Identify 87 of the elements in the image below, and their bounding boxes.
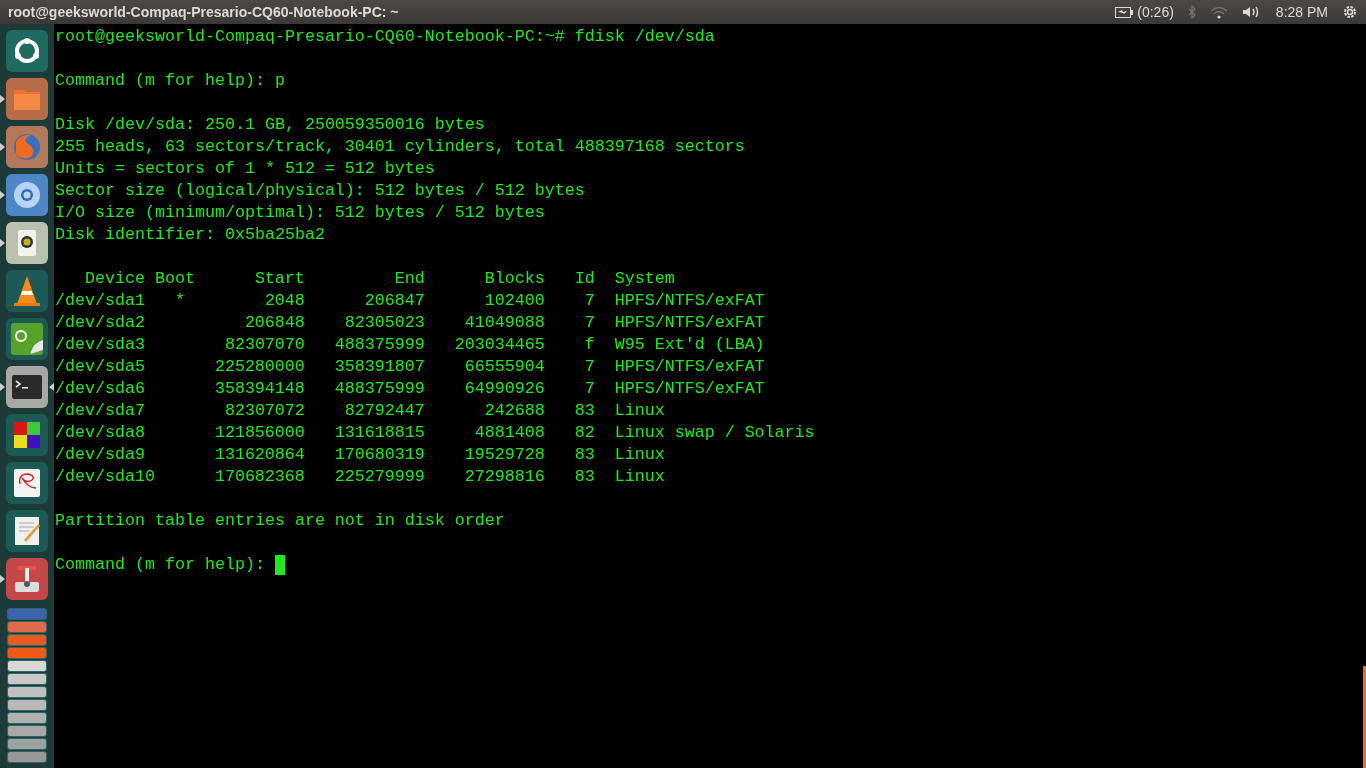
- table-cell-text: 27298816: [463, 466, 545, 488]
- table-cell-text: 225279999: [333, 466, 425, 488]
- terminal-line: Sector size (logical/physical): 512 bytes / 512 bytes: [55, 180, 586, 202]
- table-cell-text: 7: [583, 290, 595, 312]
- table-cell-text: HPFS/NTFS/exFAT: [613, 312, 766, 334]
- launcher-item[interactable]: [6, 414, 48, 456]
- table-cell-text: 7: [583, 378, 595, 400]
- launcher-item[interactable]: [6, 318, 48, 360]
- table-cell-text: 203034465: [453, 334, 545, 356]
- table-cell-text: 66555904: [463, 356, 545, 378]
- table-cell-text: 102400: [483, 290, 545, 312]
- battery-indicator[interactable]: (0:26): [1115, 1, 1174, 23]
- column-header: Boot: [154, 268, 195, 290]
- terminal-line: 255 heads, 63 sectors/track, 30401 cylinders, total 488397168 sectors: [55, 136, 746, 158]
- table-cell-text: 82307070: [223, 334, 305, 356]
- terminal-line: Command (m for help): p: [55, 70, 286, 92]
- launcher-item[interactable]: [6, 366, 48, 408]
- table-cell-text: 488375999: [333, 378, 425, 400]
- table-cell-text: 206848: [243, 312, 305, 334]
- column-header: System: [613, 268, 676, 290]
- wifi-icon[interactable]: [1209, 5, 1228, 19]
- table-cell-text: Linux swap / Solaris: [613, 422, 815, 444]
- column-header: Start: [253, 268, 305, 290]
- terminal-line: Partition table entries are not in disk order: [55, 510, 506, 532]
- table-cell-text: /dev/sda1: [55, 290, 146, 312]
- column-header: Id: [573, 268, 595, 290]
- table-cell-text: 19529728: [463, 444, 545, 466]
- table-cell-text: *: [173, 290, 186, 312]
- launcher-item[interactable]: [6, 558, 48, 600]
- table-cell-text: 64990926: [463, 378, 545, 400]
- table-cell-text: /dev/sda7: [55, 400, 146, 422]
- table-cell-text: 2048: [263, 290, 305, 312]
- launcher-item[interactable]: [6, 510, 48, 552]
- terminal-prompt: Command (m for help):: [55, 554, 265, 576]
- table-cell-text: 83: [573, 400, 595, 422]
- table-cell-text: /dev/sda6: [55, 378, 146, 400]
- table-cell: /dev/sda10: [55, 466, 155, 488]
- table-cell-text: /dev/sda2: [55, 312, 146, 334]
- table-cell-text: HPFS/NTFS/exFAT: [613, 378, 766, 400]
- table-cell-text: 170680319: [333, 444, 425, 466]
- table-cell-text: 83: [573, 444, 595, 466]
- launcher-item[interactable]: [6, 30, 48, 72]
- table-cell-text: Linux: [613, 444, 666, 466]
- terminal-line: Disk /dev/sda: 250.1 GB, 250059350016 bytes: [55, 114, 486, 136]
- table-cell-text: /dev/sda9: [55, 444, 146, 466]
- table-cell-text: 358394148: [213, 378, 305, 400]
- table-cell-text: /dev/sda3: [55, 334, 146, 356]
- table-cell-text: 7: [583, 356, 595, 378]
- column-header: Device: [84, 268, 146, 290]
- table-cell-text: 242688: [483, 400, 545, 422]
- terminal-line: I/O size (minimum/optimal): 512 bytes / 512 bytes: [55, 202, 546, 224]
- table-cell-text: 206847: [363, 290, 425, 312]
- table-cell-text: 82: [573, 422, 595, 444]
- table-cell-text: Linux: [613, 400, 666, 422]
- table-cell-text: 41049088: [463, 312, 545, 334]
- table-cell-text: /dev/sda5: [55, 356, 146, 378]
- table-cell-text: 358391807: [333, 356, 425, 378]
- table-cell-text: /dev/sda8: [55, 422, 146, 444]
- table-cell-text: 170682368: [213, 466, 305, 488]
- table-cell-text: 131620864: [213, 444, 305, 466]
- table-cell-text: HPFS/NTFS/exFAT: [613, 290, 766, 312]
- terminal-line: root@geeksworld-Compaq-Presario-CQ60-Notebook-PC:~# fdisk /dev/sda: [55, 26, 716, 48]
- launcher-item[interactable]: [6, 270, 48, 312]
- table-cell-text: W95 Ext'd (LBA): [613, 334, 766, 356]
- table-cell-text: 121856000: [213, 422, 305, 444]
- table-cell-text: 82792447: [343, 400, 425, 422]
- battery-icon: [1115, 6, 1134, 18]
- window-title: root@geeksworld-Compaq-Presario-CQ60-Notebook-PC: ~: [8, 2, 399, 22]
- terminal-line: Disk identifier: 0x5ba25ba2: [55, 224, 326, 246]
- table-cell-text: 82305023: [343, 312, 425, 334]
- table-cell-text: HPFS/NTFS/exFAT: [613, 356, 766, 378]
- table-cell-text: 131618815: [333, 422, 425, 444]
- table-cell-text: 83: [573, 466, 595, 488]
- launcher-item[interactable]: [6, 462, 48, 504]
- table-cell-text: 488375999: [333, 334, 425, 356]
- terminal-line: Units = sectors of 1 * 512 = 512 bytes: [55, 158, 436, 180]
- table-cell-text: 225280000: [213, 356, 305, 378]
- column-header: End: [393, 268, 425, 290]
- clock[interactable]: 8:28 PM: [1275, 1, 1328, 23]
- column-header: Blocks: [483, 268, 545, 290]
- table-cell-text: 4881408: [473, 422, 545, 444]
- launcher-item[interactable]: [6, 222, 48, 264]
- table-cell-text: Linux: [613, 466, 666, 488]
- table-cell-text: f: [583, 334, 595, 356]
- table-cell-text: 82307072: [223, 400, 305, 422]
- gear-icon[interactable]: [1342, 4, 1358, 20]
- table-cell-text: 7: [583, 312, 595, 334]
